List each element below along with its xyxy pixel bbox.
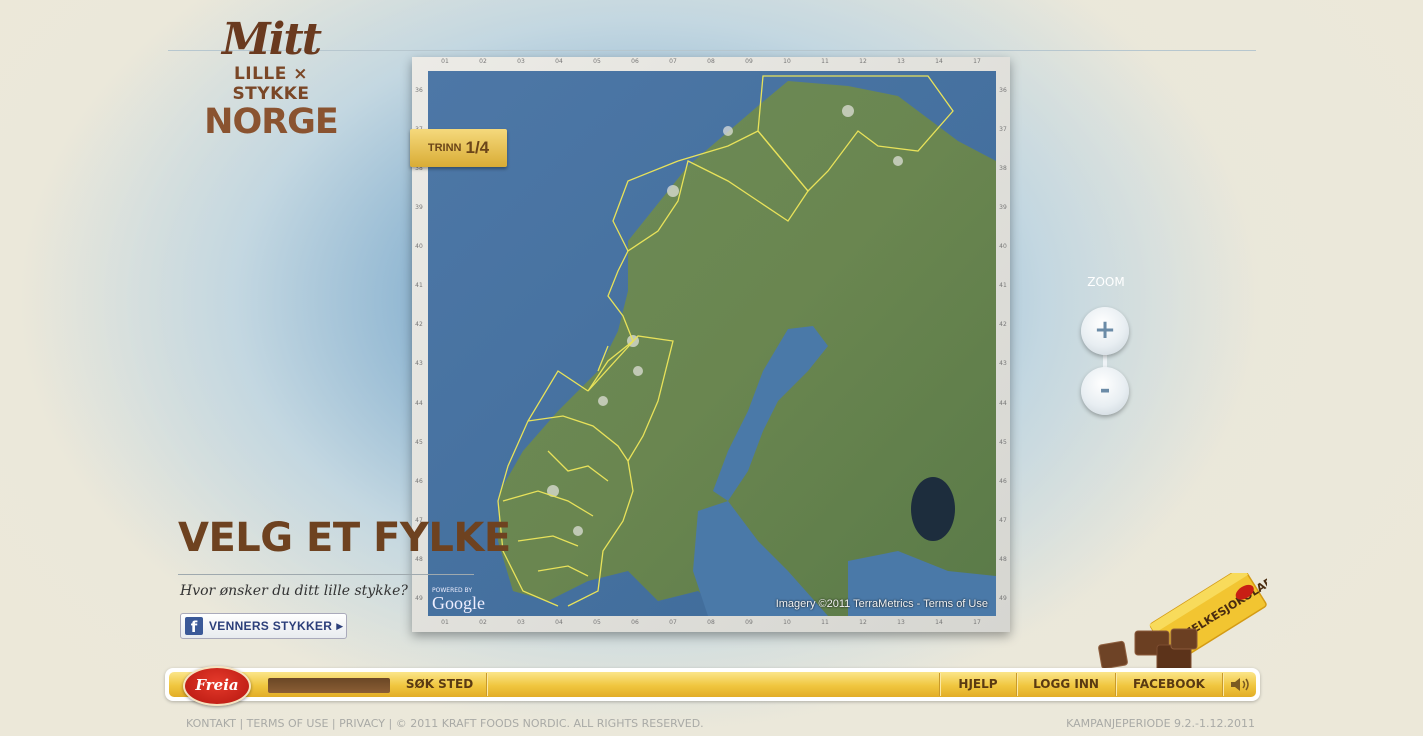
map-tick-label: 02 — [479, 58, 487, 65]
map-ticks-top: 01 02 03 04 05 06 07 08 09 10 11 12 13 14 17 — [426, 58, 996, 70]
map-tick-label: 09 — [745, 619, 753, 626]
map-tick-label: 02 — [479, 619, 487, 626]
zoom-label: ZOOM — [1087, 275, 1125, 289]
map-tick-label: 48 — [999, 555, 1007, 563]
map-tick-label: 11 — [821, 58, 829, 65]
map-tick-label: 11 — [821, 619, 829, 626]
step-label: TRINN — [427, 142, 462, 154]
step-value: 1/4 — [465, 138, 490, 157]
footer-kontakt-link[interactable]: KONTAKT — [186, 717, 236, 730]
chevron-right-icon: ▶ — [336, 620, 344, 631]
map-tick-label: 49 — [415, 594, 423, 602]
map-tick-label: 47 — [999, 516, 1007, 524]
footer-privacy-link[interactable]: PRIVACY — [339, 717, 385, 730]
map-tick-label: 13 — [897, 619, 905, 626]
map-tick-label: 46 — [415, 477, 423, 485]
map-tick-label: 04 — [555, 619, 563, 626]
map-ticks-right: 36 37 38 39 40 41 42 43 44 45 46 47 48 49 — [996, 71, 1010, 618]
map-tick-label: 05 — [593, 619, 601, 626]
map-tick-label: 10 — [783, 619, 791, 626]
map-tick-label: 36 — [415, 87, 423, 95]
map-tick-label: 07 — [669, 58, 677, 65]
logo-norge: NORGE — [204, 102, 339, 142]
title-divider — [178, 574, 474, 575]
footer-copyright: © 2011 KRAFT FOODS NORDIC. ALL RIGHTS RE… — [395, 717, 704, 730]
map-tick-label: 13 — [897, 58, 905, 65]
help-button[interactable]: HJELP — [940, 671, 1016, 698]
map-tick-label: 41 — [999, 282, 1007, 290]
map-tick-label: 05 — [593, 58, 601, 65]
map-tick-label: 09 — [745, 58, 753, 65]
sound-icon[interactable] — [1229, 676, 1251, 693]
map-tick-label: 39 — [999, 204, 1007, 212]
map-tick-label: 44 — [415, 399, 423, 407]
logo-lille-stykke: LILLE × STYKKE — [232, 64, 310, 104]
map-tick-label: 06 — [631, 619, 639, 626]
map-tick-label: 17 — [973, 58, 981, 65]
map-tick-label: 37 — [999, 126, 1007, 134]
map-tick-label: 06 — [631, 58, 639, 65]
map-tick-label: 45 — [999, 438, 1007, 446]
friends-pieces-button[interactable]: f VENNERS STYKKER ▶ — [180, 613, 347, 639]
map-tick-label: 01 — [441, 619, 449, 626]
map-tick-label: 03 — [517, 619, 525, 626]
map-tick-label: 03 — [517, 58, 525, 65]
search-place-button[interactable]: SØK STED — [392, 671, 487, 698]
map-tick-label: 08 — [707, 619, 715, 626]
map-tick-label: 44 — [999, 399, 1007, 407]
map-tick-label: 43 — [999, 360, 1007, 368]
nav-divider — [1222, 673, 1223, 696]
map-tick-label: 38 — [999, 165, 1007, 173]
map-illustration — [428, 71, 996, 616]
map-tick-label: 14 — [935, 619, 943, 626]
map-tick-label: 36 — [999, 87, 1007, 95]
zoom-in-button[interactable]: + — [1081, 307, 1129, 355]
map-tick-label: 12 — [859, 619, 867, 626]
google-attribution[interactable]: POWERED BY Google — [432, 587, 485, 612]
campaign-period: KAMPANJEPERIODE 9.2.-1.12.2011 — [1066, 717, 1255, 730]
campaign-logo[interactable]: Mitt LILLE × STYKKE NORGE — [200, 18, 342, 143]
map-tick-label: 14 — [935, 58, 943, 65]
map-tick-label: 40 — [999, 243, 1007, 251]
map-tick-label: 49 — [999, 594, 1007, 602]
page-title: VELG ET FYLKE — [178, 515, 511, 561]
map-tick-label: 10 — [783, 58, 791, 65]
friends-pieces-label: VENNERS STYKKER — [209, 619, 333, 633]
footer-links: KONTAKT | TERMS OF USE | PRIVACY | © 201… — [186, 717, 704, 730]
zoom-out-button[interactable]: - — [1081, 367, 1129, 415]
facebook-button[interactable]: FACEBOOK — [1116, 671, 1222, 698]
map-tick-label: 12 — [859, 58, 867, 65]
map-tick-label: 42 — [415, 321, 423, 329]
map-tick-label: 07 — [669, 619, 677, 626]
page-subtitle: Hvor ønsker du ditt lille stykke? — [180, 583, 408, 599]
google-logo: Google — [432, 593, 485, 613]
map-tick-label: 46 — [999, 477, 1007, 485]
footer-terms-link[interactable]: TERMS OF USE — [247, 717, 329, 730]
chocolate-bar-image: MELKESJOKOLADE — [1098, 573, 1267, 672]
login-button[interactable]: LOGG INN — [1017, 671, 1115, 698]
step-ribbon: TRINN 1/4 — [410, 129, 507, 167]
satellite-map[interactable]: POWERED BY Google Imagery ©2011 TerraMet… — [428, 71, 996, 616]
map-tick-label: 43 — [415, 360, 423, 368]
facebook-icon: f — [185, 617, 203, 636]
map-tick-label: 01 — [441, 58, 449, 65]
nav-divider — [486, 673, 487, 696]
map-tick-label: 45 — [415, 438, 423, 446]
map-ticks-bottom: 01 02 03 04 05 06 07 08 09 10 11 12 13 14 17 — [426, 619, 996, 631]
map-tick-label: 41 — [415, 282, 423, 290]
map-tick-label: 39 — [415, 204, 423, 212]
map-tick-label: 04 — [555, 58, 563, 65]
map-tick-label: 42 — [999, 321, 1007, 329]
map-tick-label: 17 — [973, 619, 981, 626]
search-place-input[interactable] — [268, 678, 390, 693]
logo-mitt: Mitt — [221, 14, 322, 65]
map-tick-label: 08 — [707, 58, 715, 65]
freia-logo[interactable]: Freia — [183, 666, 251, 706]
map-imagery-credit[interactable]: Imagery ©2011 TerraMetrics - Terms of Us… — [776, 598, 988, 610]
map-tick-label: 40 — [415, 243, 423, 251]
